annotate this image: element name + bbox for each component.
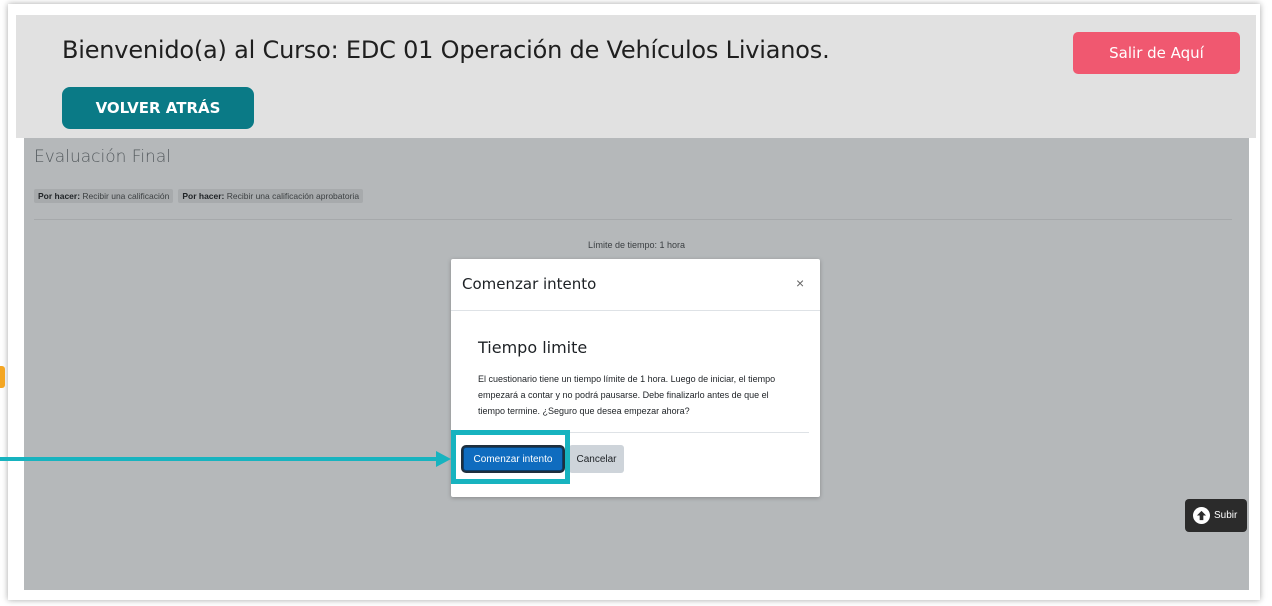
course-title: Bienvenido(a) al Curso: EDC 01 Operación…: [62, 36, 830, 64]
badge-text: Recibir una calificación: [80, 191, 170, 201]
completion-badge: Por hacer: Recibir una calificación: [34, 189, 174, 203]
section-title: Evaluación Final: [34, 147, 171, 167]
back-button[interactable]: VOLVER ATRÁS: [62, 87, 254, 129]
dialog-header: Comenzar intento ×: [451, 259, 820, 311]
arrow-up-circle-icon: [1193, 507, 1210, 524]
course-header: Bienvenido(a) al Curso: EDC 01 Operación…: [16, 15, 1256, 138]
completion-badge: Por hacer: Recibir una calificación apro…: [178, 189, 364, 203]
arrow-right-icon: [436, 451, 451, 467]
dialog-title: Comenzar intento: [462, 275, 597, 293]
badge-text: Recibir una calificación aprobatoria: [224, 191, 360, 201]
dialog-body-text: El cuestionario tiene un tiempo límite d…: [478, 374, 776, 416]
badge-label: Por hacer:: [38, 191, 81, 201]
completion-badges: Por hacer: Recibir una calificación Por …: [34, 189, 364, 203]
side-tab: [0, 366, 5, 388]
annotation-highlight-box: [451, 430, 570, 484]
divider: [34, 219, 1232, 220]
exit-button[interactable]: Salir de Aquí: [1073, 32, 1240, 74]
annotation-arrow-line: [0, 457, 438, 461]
close-icon[interactable]: ×: [796, 276, 804, 290]
time-limit-text: Límite de tiempo: 1 hora: [587, 240, 686, 250]
badge-label: Por hacer:: [182, 191, 225, 201]
cancel-button[interactable]: Cancelar: [569, 445, 624, 473]
dialog-subtitle: Tiempo limite: [478, 338, 588, 357]
scroll-up-button[interactable]: Subir: [1185, 499, 1247, 532]
scroll-up-label: Subir: [1214, 510, 1238, 521]
